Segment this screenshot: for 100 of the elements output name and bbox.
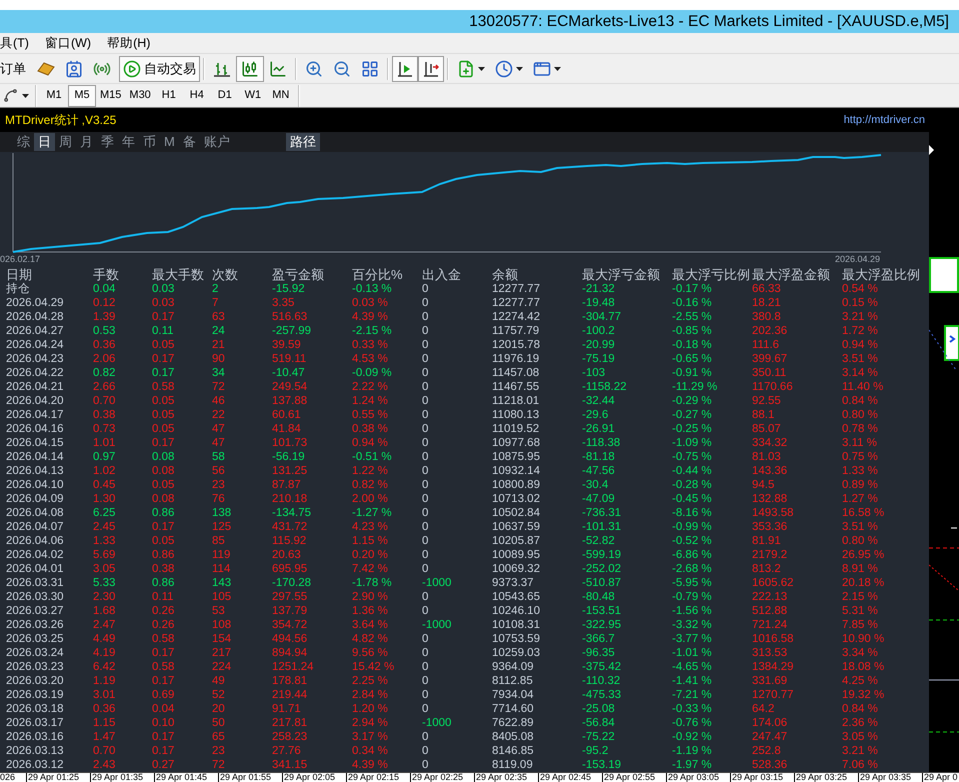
table-cell-text: -47.56 bbox=[582, 464, 616, 478]
period-tab[interactable]: 季 bbox=[97, 133, 118, 151]
table-cell-text: -25.08 bbox=[582, 702, 616, 716]
table-cell-text: 0 bbox=[422, 338, 430, 352]
time-axis-label: 29 Apr 0 bbox=[922, 773, 959, 782]
table-cell-text: -80.48 bbox=[582, 590, 616, 604]
table-cell-text: -11.29 % bbox=[672, 380, 718, 394]
period-tab[interactable]: 账户 bbox=[200, 133, 234, 151]
table-cell-text: 0 bbox=[422, 534, 430, 548]
timeframe-button[interactable]: M30 bbox=[125, 84, 155, 106]
chart-date-label: 026.02.17 bbox=[0, 254, 40, 265]
table-cell-text: 6.25 bbox=[93, 506, 116, 520]
menu-item[interactable]: 具(T) bbox=[0, 33, 29, 53]
table-cell-text: 10246.10 bbox=[492, 604, 541, 618]
table-cell-text: 24 bbox=[212, 324, 226, 338]
table-cell-text: 10753.59 bbox=[492, 632, 541, 646]
timeframe-button[interactable]: M15 bbox=[96, 84, 126, 106]
table-cell-text: -52.82 bbox=[582, 534, 616, 548]
table-cell-text: -599.19 bbox=[582, 548, 622, 562]
table-cell-text: 2026.03.13 bbox=[6, 744, 65, 758]
period-tab[interactable]: 日 bbox=[34, 133, 55, 151]
table-cell-text: 519.11 bbox=[272, 352, 308, 366]
auto-trading-button[interactable]: 自动交易 bbox=[119, 56, 200, 82]
period-tab[interactable]: 备 bbox=[178, 133, 200, 151]
table-cell-text: -0.51 % bbox=[352, 450, 393, 464]
table-cell-text: 2.36 % bbox=[842, 716, 879, 730]
table-cell-text: 20 bbox=[212, 702, 226, 716]
table-cell-text: 2026.03.18 bbox=[6, 702, 65, 716]
table-cell-text: 341.15 bbox=[272, 758, 308, 772]
table-cell-text: 10.90 % bbox=[842, 632, 886, 646]
table-cell-text: 2.43 bbox=[93, 758, 116, 772]
period-tab[interactable]: 综 bbox=[13, 133, 34, 151]
timeframe-button[interactable]: H4 bbox=[182, 84, 211, 106]
column-header: 百分比% bbox=[352, 268, 404, 282]
table-cell-text: 0.94 % bbox=[842, 338, 879, 352]
table-cell-text: 0.97 bbox=[93, 450, 116, 464]
new-order-button[interactable]: 订单 bbox=[0, 58, 26, 78]
table-cell-text: 1384.29 bbox=[752, 660, 795, 674]
table-cell-text: 72 bbox=[212, 380, 226, 394]
table-cell-text: 0.89 % bbox=[842, 478, 879, 492]
toolbar-button[interactable] bbox=[418, 56, 444, 82]
table-cell-text: 1.72 % bbox=[842, 324, 879, 338]
table-cell-text: 11976.19 bbox=[492, 352, 540, 366]
table-cell-text: 52 bbox=[212, 688, 226, 702]
table-cell-text: -19.48 bbox=[582, 296, 616, 310]
table-cell-text: 2026.04.29 bbox=[6, 296, 65, 310]
table-cell-text: 516.63 bbox=[272, 310, 308, 324]
table-cell-text: 0.17 bbox=[152, 744, 176, 758]
table-cell-text: 0.82 bbox=[93, 366, 116, 380]
table-cell-text: 2026.04.14 bbox=[6, 450, 65, 464]
menu-item[interactable]: 窗口(W) bbox=[44, 33, 92, 53]
table-cell-text: 105 bbox=[212, 590, 232, 604]
period-tab[interactable]: M bbox=[160, 133, 179, 151]
timeframe-button[interactable]: M1 bbox=[40, 84, 68, 106]
timeframe-button[interactable]: MN bbox=[266, 84, 295, 106]
timeframe-button[interactable]: D1 bbox=[210, 84, 239, 106]
timeframe-button[interactable]: H1 bbox=[154, 84, 183, 106]
period-tab[interactable]: 周 bbox=[55, 133, 76, 151]
table-cell-text: 1.20 % bbox=[352, 702, 389, 716]
table-cell-text: 0.17 bbox=[152, 730, 176, 744]
timeframe-button[interactable]: M5 bbox=[68, 84, 96, 106]
table-cell-text: 0.78 % bbox=[842, 422, 879, 436]
table-cell-text: 2026.03.23 bbox=[6, 660, 65, 674]
table-cell-text: 0.58 bbox=[152, 632, 176, 646]
table-cell-text: 0 bbox=[422, 324, 430, 338]
period-tab[interactable]: 币 bbox=[139, 133, 160, 151]
table-cell-text: -81.18 bbox=[582, 450, 616, 464]
period-tab[interactable]: 年 bbox=[118, 133, 139, 151]
timeframe-button[interactable]: W1 bbox=[238, 84, 267, 106]
table-cell-text: 1251.24 bbox=[272, 660, 315, 674]
time-axis-label: 29 Apr 02:55 bbox=[602, 773, 666, 782]
path-button[interactable]: 路径 bbox=[286, 133, 320, 151]
table-cell-text: 0.58 bbox=[152, 380, 176, 394]
table-cell-text: 0.11 bbox=[152, 324, 175, 338]
table-cell-text: 2026.04.22 bbox=[6, 366, 65, 380]
website-link[interactable]: http://mtdriver.cn bbox=[844, 112, 925, 128]
table-cell-text: 2.25 % bbox=[352, 674, 389, 688]
menu-item[interactable]: 帮助(H) bbox=[107, 33, 150, 53]
toolbar-button[interactable] bbox=[236, 56, 264, 82]
table-cell-text: 2026.04.17 bbox=[6, 408, 65, 422]
table-cell-text: 431.72 bbox=[272, 520, 308, 534]
table-cell-text: 85.07 bbox=[752, 422, 782, 436]
table-cell-text: -0.91 % bbox=[672, 366, 713, 380]
table-cell-text: 2026.03.20 bbox=[6, 674, 65, 688]
time-axis-label: 29 Apr 02:35 bbox=[474, 773, 538, 782]
table-cell-text: 0.17 bbox=[152, 646, 176, 660]
table-cell-text: 0 bbox=[422, 590, 430, 604]
table-cell-text: 0.80 % bbox=[842, 408, 879, 422]
table-cell-text: 0.36 bbox=[93, 338, 116, 352]
column-header: 余额 bbox=[492, 268, 519, 282]
period-tab[interactable]: 月 bbox=[76, 133, 97, 151]
table-cell-text: -95.2 bbox=[582, 744, 610, 758]
table-cell-text: 0.84 % bbox=[842, 394, 879, 408]
toolbar-button[interactable] bbox=[392, 56, 418, 82]
spline-icon bbox=[3, 88, 18, 103]
table-cell-text: -1000 bbox=[422, 618, 452, 632]
table-cell-text: 34 bbox=[212, 366, 226, 380]
table-cell-text: 1270.77 bbox=[752, 688, 795, 702]
table-cell-text: -21.32 bbox=[582, 282, 616, 296]
table-cell-text: 12015.78 bbox=[492, 338, 541, 352]
